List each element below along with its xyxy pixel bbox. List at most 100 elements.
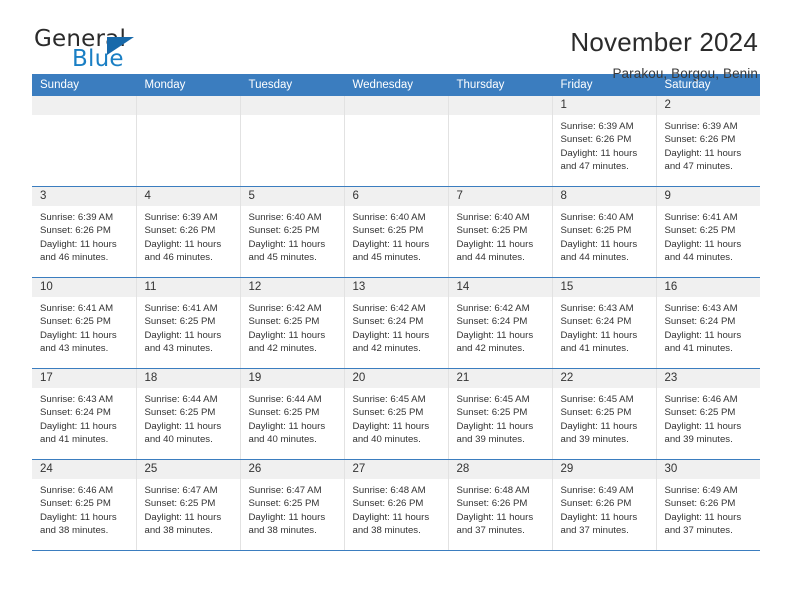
calendar-day-cell-empty	[448, 96, 553, 187]
sunset-text: Sunset: 6:26 PM	[560, 134, 632, 146]
day-number: 1	[552, 96, 656, 115]
calendar-day-cell[interactable]: 19 Sunrise: 6:44 AM Sunset: 6:25 PM Dayligh…	[240, 368, 345, 460]
calendar-day-cell[interactable]: 7 Sunrise: 6:40 AM Sunset: 6:25 PM Daylight…	[448, 186, 553, 278]
calendar-day-cell[interactable]: 13 Sunrise: 6:42 AM Sunset: 6:24 PM Dayligh…	[344, 277, 449, 369]
daylight-text-line2: and 38 minutes.	[144, 525, 213, 537]
day-number: 14	[448, 278, 552, 297]
calendar-day-cell[interactable]: 21 Sunrise: 6:45 AM Sunset: 6:25 PM Dayligh…	[448, 368, 553, 460]
sunrise-text: Sunrise: 6:45 AM	[456, 394, 530, 405]
calendar-day-cell[interactable]: 26 Sunrise: 6:47 AM Sunset: 6:25 PM Dayligh…	[240, 459, 345, 551]
sunrise-text: Sunrise: 6:49 AM	[560, 485, 634, 496]
day-details: Sunrise: 6:44 AM Sunset: 6:25 PM Daylight:…	[137, 388, 240, 447]
calendar-day-cell[interactable]: 11 Sunrise: 6:41 AM Sunset: 6:25 PM Dayligh…	[136, 277, 241, 369]
sunset-text: Sunset: 6:25 PM	[352, 225, 424, 237]
calendar-day-cell[interactable]: 28 Sunrise: 6:48 AM Sunset: 6:26 PM Dayligh…	[448, 459, 553, 551]
day-details: Sunrise: 6:44 AM Sunset: 6:25 PM Daylight:…	[241, 388, 344, 447]
daylight-text-line1: Daylight: 11 hours	[248, 238, 326, 250]
sunrise-text: Sunrise: 6:49 AM	[664, 485, 738, 496]
daylight-text-line1: Daylight: 11 hours	[144, 238, 222, 250]
sunset-text: Sunset: 6:26 PM	[352, 498, 424, 510]
sunset-text: Sunset: 6:25 PM	[248, 316, 320, 328]
sunrise-text: Sunrise: 6:43 AM	[664, 303, 738, 314]
calendar-day-cell[interactable]: 6 Sunrise: 6:40 AM Sunset: 6:25 PM Daylight…	[344, 186, 449, 278]
day-number: 6	[344, 187, 448, 206]
calendar-day-cell[interactable]: 22 Sunrise: 6:45 AM Sunset: 6:25 PM Dayligh…	[552, 368, 657, 460]
day-number: 26	[240, 460, 344, 479]
calendar-day-cell[interactable]: 2 Sunrise: 6:39 AM Sunset: 6:26 PM Daylight…	[656, 96, 760, 187]
daylight-text-line2: and 46 minutes.	[40, 252, 109, 264]
sunset-text: Sunset: 6:25 PM	[560, 225, 632, 237]
calendar-day-cell[interactable]: 25 Sunrise: 6:47 AM Sunset: 6:25 PM Dayligh…	[136, 459, 241, 551]
daylight-text-line2: and 38 minutes.	[40, 525, 109, 537]
sunset-text: Sunset: 6:25 PM	[456, 407, 528, 419]
day-number: 3	[32, 187, 136, 206]
daylight-text-line2: and 43 minutes.	[40, 343, 109, 355]
calendar-day-cell[interactable]: 29 Sunrise: 6:49 AM Sunset: 6:26 PM Dayligh…	[552, 459, 657, 551]
calendar-day-cell[interactable]: 23 Sunrise: 6:46 AM Sunset: 6:25 PM Dayligh…	[656, 368, 761, 460]
calendar-day-cell[interactable]: 18 Sunrise: 6:44 AM Sunset: 6:25 PM Dayligh…	[136, 368, 241, 460]
daylight-text-line1: Daylight: 11 hours	[664, 147, 742, 159]
weekday-header-thursday: Thursday	[448, 74, 553, 96]
sunset-text: Sunset: 6:24 PM	[40, 407, 111, 419]
day-number: 18	[136, 369, 240, 388]
sunrise-text: Sunrise: 6:40 AM	[560, 212, 634, 223]
sunset-text: Sunset: 6:24 PM	[352, 316, 424, 328]
calendar-day-cell[interactable]: 15 Sunrise: 6:43 AM Sunset: 6:24 PM Dayligh…	[552, 277, 657, 369]
daylight-text-line1: Daylight: 11 hours	[560, 329, 638, 341]
day-details: Sunrise: 6:43 AM Sunset: 6:24 PM Daylight:…	[553, 297, 656, 356]
daylight-text-line2: and 39 minutes.	[456, 434, 525, 446]
sunset-text: Sunset: 6:25 PM	[40, 498, 111, 510]
calendar-day-cell[interactable]: 10 Sunrise: 6:41 AM Sunset: 6:25 PM Dayligh…	[32, 277, 137, 369]
sunset-text: Sunset: 6:25 PM	[248, 407, 320, 419]
title-block: November 2024 Parakou, Borgou, Benin	[570, 28, 760, 81]
calendar-day-cell[interactable]: 16 Sunrise: 6:43 AM Sunset: 6:24 PM Dayligh…	[656, 277, 760, 369]
day-details: Sunrise: 6:39 AM Sunset: 6:26 PM Daylight:…	[657, 115, 761, 174]
daylight-text-line2: and 39 minutes.	[664, 434, 733, 446]
sunrise-text: Sunrise: 6:40 AM	[456, 212, 530, 223]
calendar-day-cell[interactable]: 3 Sunrise: 6:39 AM Sunset: 6:26 PM Daylight…	[32, 186, 137, 278]
calendar-day-cell[interactable]: 1 Sunrise: 6:39 AM Sunset: 6:26 PM Daylight…	[552, 96, 657, 187]
calendar-day-cell[interactable]: 12 Sunrise: 6:42 AM Sunset: 6:25 PM Dayligh…	[240, 277, 345, 369]
day-details: Sunrise: 6:40 AM Sunset: 6:25 PM Daylight:…	[553, 206, 656, 265]
sunrise-text: Sunrise: 6:41 AM	[664, 212, 738, 223]
weekday-header-sunday: Sunday	[32, 74, 137, 96]
calendar-day-cell[interactable]: 4 Sunrise: 6:39 AM Sunset: 6:26 PM Daylight…	[136, 186, 241, 278]
day-number: 8	[552, 187, 656, 206]
sunrise-text: Sunrise: 6:42 AM	[248, 303, 322, 314]
general-blue-logo[interactable]: General Blue	[32, 28, 164, 71]
daylight-text-line2: and 40 minutes.	[248, 434, 317, 446]
calendar-day-cell[interactable]: 24 Sunrise: 6:46 AM Sunset: 6:25 PM Dayligh…	[32, 459, 137, 551]
sunset-text: Sunset: 6:26 PM	[664, 498, 736, 510]
daylight-text-line1: Daylight: 11 hours	[352, 329, 430, 341]
day-details: Sunrise: 6:39 AM Sunset: 6:26 PM Daylight:…	[137, 206, 240, 265]
sunrise-text: Sunrise: 6:41 AM	[40, 303, 114, 314]
calendar-day-cell[interactable]: 8 Sunrise: 6:40 AM Sunset: 6:25 PM Daylight…	[552, 186, 657, 278]
sunrise-text: Sunrise: 6:41 AM	[144, 303, 218, 314]
daylight-text-line1: Daylight: 11 hours	[248, 329, 326, 341]
sunrise-text: Sunrise: 6:48 AM	[456, 485, 530, 496]
daylight-text-line2: and 42 minutes.	[248, 343, 317, 355]
sunset-text: Sunset: 6:25 PM	[144, 316, 216, 328]
calendar-day-cell[interactable]: 14 Sunrise: 6:42 AM Sunset: 6:24 PM Dayligh…	[448, 277, 553, 369]
calendar-day-cell[interactable]: 20 Sunrise: 6:45 AM Sunset: 6:25 PM Dayligh…	[344, 368, 449, 460]
sunset-text: Sunset: 6:26 PM	[560, 498, 632, 510]
day-details: Sunrise: 6:46 AM Sunset: 6:25 PM Daylight:…	[657, 388, 761, 447]
sunset-text: Sunset: 6:26 PM	[144, 225, 216, 237]
calendar-day-cell[interactable]: 17 Sunrise: 6:43 AM Sunset: 6:24 PM Dayligh…	[32, 368, 137, 460]
sunset-text: Sunset: 6:25 PM	[456, 225, 528, 237]
daylight-text-line1: Daylight: 11 hours	[40, 238, 117, 250]
day-details: Sunrise: 6:49 AM Sunset: 6:26 PM Daylight:…	[657, 479, 761, 538]
sunset-text: Sunset: 6:24 PM	[456, 316, 528, 328]
day-number: 7	[448, 187, 552, 206]
day-number: 23	[656, 369, 760, 388]
calendar-day-cell[interactable]: 5 Sunrise: 6:40 AM Sunset: 6:25 PM Daylight…	[240, 186, 345, 278]
weekday-header-monday: Monday	[136, 74, 241, 96]
sunset-text: Sunset: 6:25 PM	[248, 498, 320, 510]
day-number: 2	[656, 96, 760, 115]
sunrise-text: Sunrise: 6:39 AM	[664, 121, 738, 132]
calendar-day-cell[interactable]: 9 Sunrise: 6:41 AM Sunset: 6:25 PM Daylight…	[656, 186, 760, 278]
calendar-day-cell[interactable]: 30 Sunrise: 6:49 AM Sunset: 6:26 PM Dayligh…	[656, 459, 761, 551]
sunset-text: Sunset: 6:25 PM	[248, 225, 320, 237]
daylight-text-line2: and 37 minutes.	[456, 525, 525, 537]
calendar-day-cell[interactable]: 27 Sunrise: 6:48 AM Sunset: 6:26 PM Dayligh…	[344, 459, 449, 551]
